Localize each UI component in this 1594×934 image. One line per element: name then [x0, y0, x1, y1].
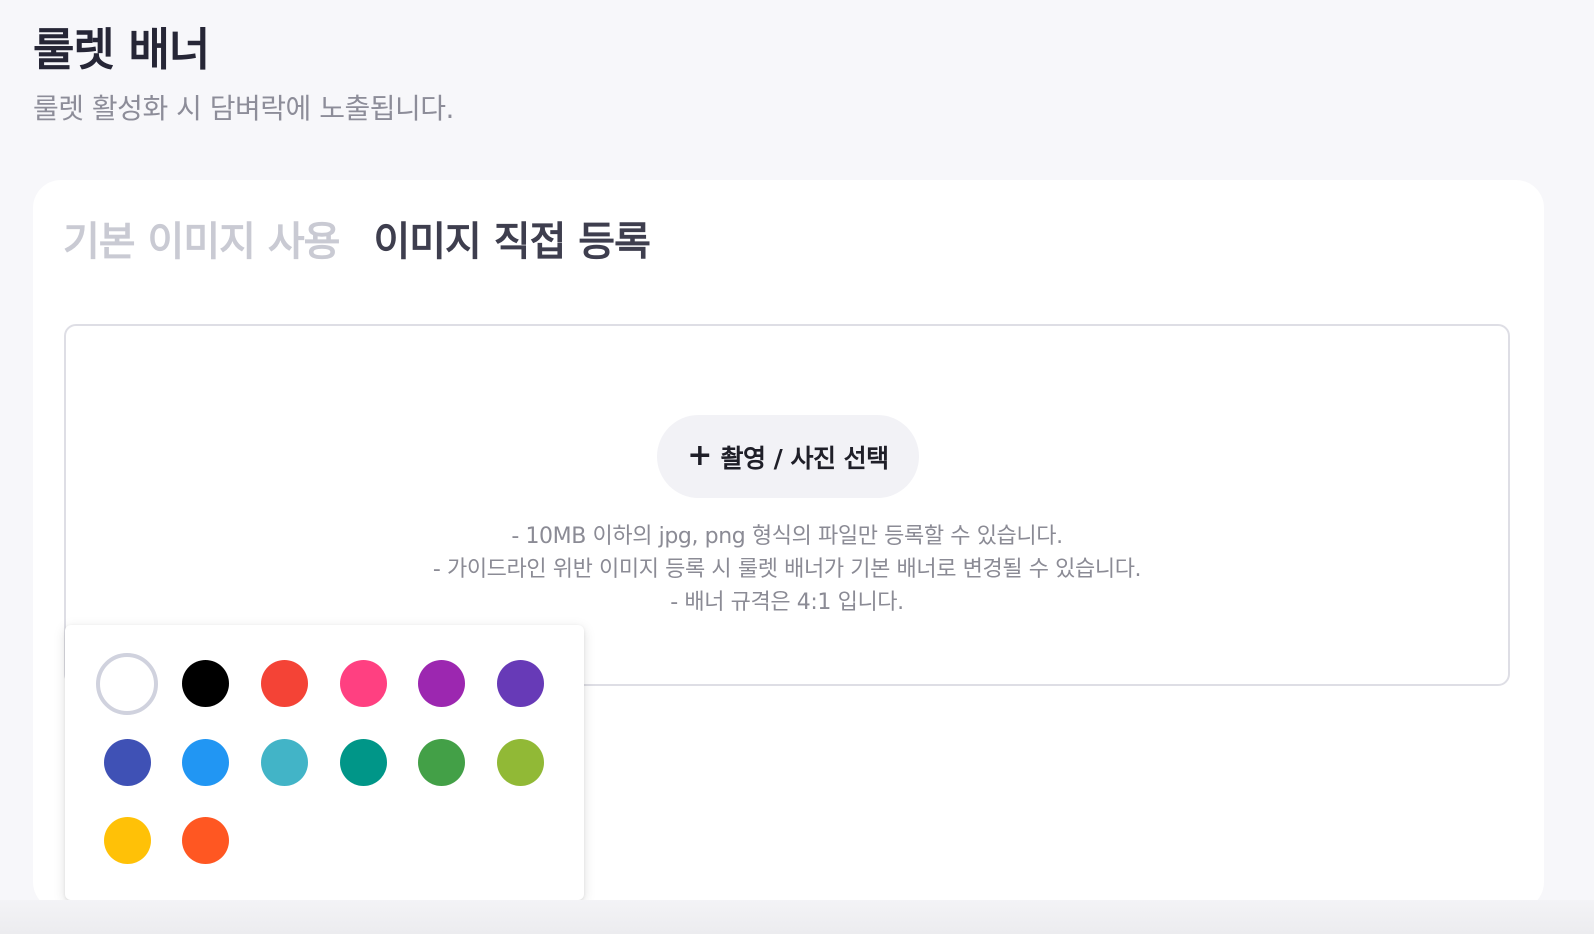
- select-photo-label: 촬영 / 사진 선택: [720, 443, 889, 473]
- color-swatch-purple[interactable]: [418, 660, 465, 707]
- color-swatch-deep-orange[interactable]: [182, 817, 229, 864]
- color-swatch-deep-purple[interactable]: [497, 660, 544, 707]
- color-swatch-white[interactable]: [96, 653, 158, 715]
- color-swatch-teal[interactable]: [340, 739, 387, 786]
- upload-guidelines: - 10MB 이하의 jpg, png 형식의 파일만 등록할 수 있습니다. …: [64, 520, 1510, 619]
- color-swatch-green[interactable]: [418, 739, 465, 786]
- image-source-tabs: 기본 이미지 사용 이미지 직접 등록: [63, 214, 651, 270]
- color-swatch-indigo[interactable]: [104, 739, 151, 786]
- guideline-violation-warning: - 가이드라인 위반 이미지 등록 시 룰렛 배너가 기본 배너로 변경될 수 …: [432, 557, 1142, 582]
- select-photo-button[interactable]: + 촬영 / 사진 선택: [657, 415, 919, 498]
- guideline-banner-ratio: - 배너 규격은 4:1 입니다.: [670, 590, 904, 615]
- plus-icon: +: [687, 437, 713, 473]
- guideline-file-format: - 10MB 이하의 jpg, png 형식의 파일만 등록할 수 있습니다.: [511, 524, 1063, 549]
- bottom-edge: [0, 900, 1594, 934]
- tab-default-image[interactable]: 기본 이미지 사용: [63, 214, 340, 270]
- color-swatch-amber[interactable]: [104, 817, 151, 864]
- color-swatch-black[interactable]: [182, 660, 229, 707]
- page-subtitle: 룰렛 활성화 시 담벼락에 노출됩니다.: [33, 92, 454, 125]
- tab-custom-image[interactable]: 이미지 직접 등록: [373, 214, 650, 270]
- color-swatch-blue[interactable]: [182, 739, 229, 786]
- color-swatch-light-green[interactable]: [497, 739, 544, 786]
- color-swatch-red[interactable]: [261, 660, 308, 707]
- color-palette-popup: [65, 625, 584, 900]
- color-swatch-pink[interactable]: [340, 660, 387, 707]
- color-swatch-cyan[interactable]: [261, 739, 308, 786]
- page-title: 룰렛 배너: [33, 23, 210, 76]
